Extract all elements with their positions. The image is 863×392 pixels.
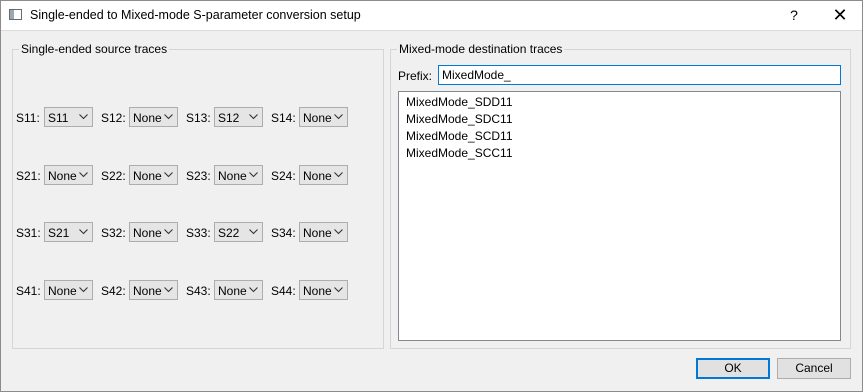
source-trace-value: None [303,284,332,298]
source-trace-select[interactable]: None [44,280,93,300]
chevron-down-icon [334,172,343,178]
chevron-down-icon [334,229,343,235]
source-trace-value: None [48,284,77,298]
source-trace-select[interactable]: None [129,280,178,300]
source-traces-title: Single-ended source traces [19,42,170,56]
source-trace-select[interactable]: None [299,280,348,300]
source-trace-label: S14: [271,111,296,125]
source-trace-label: S33: [186,226,211,240]
source-trace-label: S41: [16,284,41,298]
source-trace-value: S21 [48,226,70,240]
chevron-down-icon [164,172,173,178]
title-bar: Single-ended to Mixed-mode S-parameter c… [0,0,863,31]
source-trace-select[interactable]: None [214,165,263,185]
destination-traces-title: Mixed-mode destination traces [397,42,565,56]
cancel-button[interactable]: Cancel [777,358,851,379]
source-trace-select[interactable]: None [299,107,348,127]
chevron-down-icon [249,287,258,293]
source-trace-label: S42: [101,284,126,298]
source-trace-value: S11 [48,111,69,125]
source-trace-select[interactable]: S21 [44,222,93,242]
trace-list-item[interactable]: MixedMode_SDC11 [399,111,840,128]
close-button[interactable]: ✕ [826,4,854,26]
source-traces-group: Single-ended source traces [12,42,384,349]
chevron-down-icon [79,287,88,293]
source-trace-select[interactable]: S11 [44,107,93,127]
chevron-down-icon [79,172,88,178]
source-trace-select[interactable]: None [299,165,348,185]
trace-list-item[interactable]: MixedMode_SCC11 [399,145,840,162]
source-row: S31: S21 S32: None S33: S22 S34: None [16,222,376,243]
source-trace-select[interactable]: None [299,222,348,242]
source-trace-label: S31: [16,226,41,240]
source-trace-label: S22: [101,169,126,183]
source-row: S11: S11 S12: None S13: S12 S14: None [16,107,376,128]
chevron-down-icon [164,229,173,235]
source-trace-value: None [133,111,162,125]
chevron-down-icon [79,229,88,235]
source-trace-select[interactable]: None [129,222,178,242]
chevron-down-icon [249,114,258,120]
source-trace-label: S23: [186,169,211,183]
source-trace-value: None [303,169,332,183]
destination-trace-list[interactable]: MixedMode_SDD11 MixedMode_SDC11 MixedMode_… [398,91,841,341]
chevron-down-icon [249,172,258,178]
chevron-down-icon [164,287,173,293]
chevron-down-icon [79,114,88,120]
source-trace-value: None [218,284,247,298]
prefix-input[interactable] [438,65,841,85]
chevron-down-icon [164,114,173,120]
chevron-down-icon [334,287,343,293]
source-trace-label: S13: [186,111,211,125]
ok-button[interactable]: OK [696,358,770,379]
source-trace-value: None [133,226,162,240]
window-title: Single-ended to Mixed-mode S-parameter c… [30,8,361,22]
source-trace-label: S32: [101,226,126,240]
source-trace-value: S22 [218,226,240,240]
source-trace-label: S43: [186,284,211,298]
source-trace-label: S44: [271,284,296,298]
chevron-down-icon [334,114,343,120]
source-trace-label: S24: [271,169,296,183]
source-trace-value: None [133,284,162,298]
help-button[interactable]: ? [780,4,808,26]
source-trace-select[interactable]: None [129,107,178,127]
source-trace-select[interactable]: None [129,165,178,185]
source-trace-select[interactable]: S22 [214,222,263,242]
source-row: S41: None S42: None S43: None S44: None [16,280,376,301]
source-trace-value: S12 [218,111,240,125]
source-trace-select[interactable]: S12 [214,107,263,127]
source-trace-select[interactable]: None [214,280,263,300]
source-trace-label: S34: [271,226,296,240]
source-trace-label: S21: [16,169,41,183]
trace-list-item[interactable]: MixedMode_SDD11 [399,94,840,111]
chevron-down-icon [249,229,258,235]
source-trace-value: None [48,169,77,183]
source-trace-label: S12: [101,111,126,125]
source-trace-value: None [303,226,332,240]
source-row: S21: None S22: None S23: None S24: None [16,165,376,186]
source-trace-select[interactable]: None [44,165,93,185]
window-icon [9,9,22,20]
source-trace-value: None [133,169,162,183]
source-trace-label: S11: [16,111,40,125]
source-trace-value: None [303,111,332,125]
trace-list-item[interactable]: MixedMode_SCD11 [399,128,840,145]
prefix-label: Prefix: [398,69,433,83]
source-trace-value: None [218,169,247,183]
